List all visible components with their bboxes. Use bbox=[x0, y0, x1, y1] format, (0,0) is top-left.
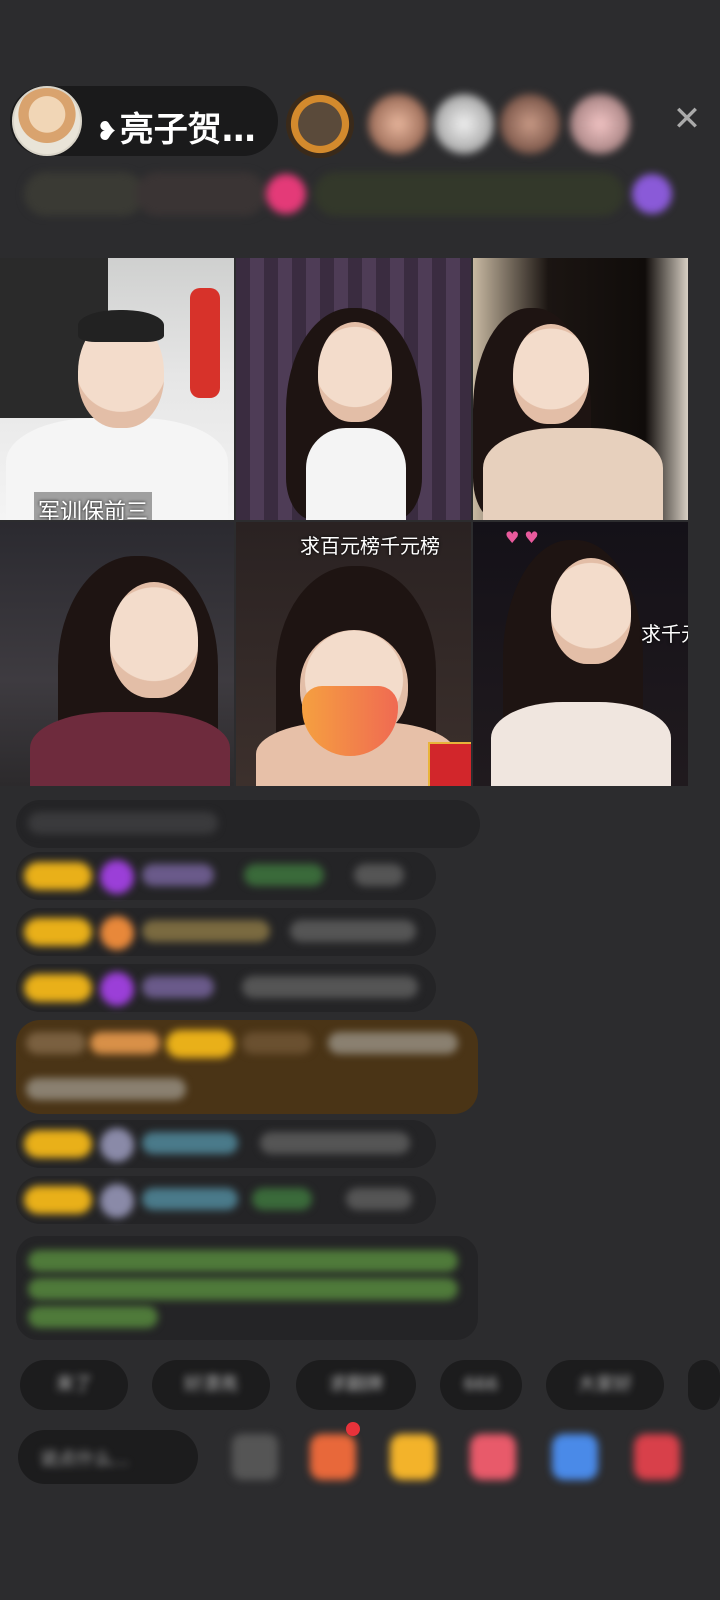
chat-user[interactable] bbox=[142, 1132, 238, 1154]
chat-text bbox=[28, 812, 218, 834]
chat-text bbox=[260, 1132, 410, 1154]
video-tile-5[interactable]: 求百元榜千元榜 bbox=[236, 522, 471, 786]
chat-text bbox=[26, 1078, 186, 1100]
diamond-icon bbox=[100, 860, 134, 894]
viewer-avatar[interactable] bbox=[570, 94, 630, 154]
notice-line bbox=[28, 1278, 458, 1300]
chat-user[interactable] bbox=[26, 1032, 86, 1054]
stats-row bbox=[24, 172, 684, 216]
fans-club-icon[interactable] bbox=[390, 1434, 436, 1480]
chat-message[interactable] bbox=[16, 852, 436, 900]
tile-label: 求百元榜千元榜 bbox=[300, 534, 440, 558]
chat-message[interactable] bbox=[16, 1176, 436, 1224]
notice-line bbox=[28, 1306, 158, 1328]
video-tile-2[interactable] bbox=[236, 258, 471, 520]
viewer-avatar[interactable] bbox=[500, 94, 560, 154]
host-name[interactable]: ❥亮子贺… bbox=[96, 102, 256, 151]
chat-input[interactable]: 说点什么... bbox=[18, 1430, 198, 1484]
gift-box-icon[interactable] bbox=[310, 1434, 356, 1480]
chat-notice bbox=[16, 1236, 478, 1340]
host-avatar[interactable] bbox=[12, 86, 82, 156]
chat-user[interactable] bbox=[142, 920, 270, 942]
chat-text bbox=[244, 864, 324, 886]
level-badge bbox=[24, 974, 92, 1002]
chat-user[interactable] bbox=[142, 1188, 238, 1210]
more-icon[interactable] bbox=[634, 1434, 680, 1480]
heart-decor-icon: ♥ ♥ bbox=[505, 528, 539, 547]
tile-label: 求千元榜 bbox=[641, 622, 688, 646]
hearts-stat bbox=[136, 172, 266, 216]
viewer-avatar[interactable] bbox=[368, 94, 428, 154]
lucky-bag-icon[interactable] bbox=[428, 742, 471, 786]
chat-input-placeholder: 说点什么... bbox=[40, 1449, 130, 1470]
chat-text bbox=[346, 1188, 412, 1210]
chat-text bbox=[252, 1188, 312, 1210]
quick-reply[interactable]: 来了 bbox=[20, 1360, 128, 1410]
game-icon[interactable] bbox=[552, 1434, 598, 1480]
top-viewer-avatar[interactable] bbox=[286, 90, 354, 158]
chat-text bbox=[354, 864, 404, 886]
chat-text bbox=[328, 1032, 458, 1054]
chat-gift-message[interactable] bbox=[16, 1020, 478, 1114]
chat-user[interactable] bbox=[142, 976, 214, 998]
user-avatar-icon bbox=[100, 1128, 134, 1162]
tile-label: 军训保前三 bbox=[34, 492, 153, 520]
emoji-icon[interactable] bbox=[232, 1434, 278, 1480]
chat-system-message bbox=[16, 800, 480, 848]
level-badge bbox=[24, 918, 92, 946]
video-tile-3[interactable] bbox=[473, 258, 688, 520]
quick-reply[interactable]: 求翻牌 bbox=[296, 1360, 416, 1410]
level-badge bbox=[24, 1130, 92, 1158]
gift-badge bbox=[90, 1032, 160, 1054]
chat-text bbox=[242, 976, 418, 998]
notification-dot bbox=[346, 1422, 360, 1436]
diamond-icon bbox=[100, 972, 134, 1006]
video-tile-4[interactable] bbox=[0, 522, 234, 786]
level-badge bbox=[166, 1030, 234, 1058]
chat-text bbox=[290, 920, 416, 942]
orange-badge-icon bbox=[100, 916, 134, 950]
pink-badge-icon bbox=[266, 174, 306, 214]
video-tile-1[interactable]: 军训保前三 bbox=[0, 258, 234, 520]
level-badge bbox=[24, 862, 92, 890]
quick-reply[interactable]: 大家好 bbox=[546, 1360, 664, 1410]
rank-stat bbox=[314, 172, 624, 216]
viewer-avatar[interactable] bbox=[434, 94, 494, 154]
notice-line bbox=[28, 1250, 458, 1272]
close-icon[interactable]: ✕ bbox=[668, 100, 706, 138]
red-envelope-icon[interactable] bbox=[470, 1434, 516, 1480]
chat-user[interactable] bbox=[242, 1032, 312, 1054]
user-avatar-icon bbox=[100, 1184, 134, 1218]
heart-icon: ❥ bbox=[96, 116, 118, 147]
quick-reply[interactable]: 666 bbox=[440, 1360, 522, 1410]
chat-message[interactable] bbox=[16, 964, 436, 1012]
chat-user[interactable] bbox=[142, 864, 214, 886]
likes-stat bbox=[24, 172, 144, 216]
purple-badge-icon bbox=[632, 174, 672, 214]
level-badge bbox=[24, 1186, 92, 1214]
quick-reply[interactable] bbox=[688, 1360, 720, 1410]
chat-message[interactable] bbox=[16, 1120, 436, 1168]
quick-reply[interactable]: 好漂亮 bbox=[152, 1360, 270, 1410]
chat-message[interactable] bbox=[16, 908, 436, 956]
video-tile-6[interactable]: ♥ ♥ 求千元榜 bbox=[473, 522, 688, 786]
host-name-text: 亮子贺… bbox=[119, 110, 256, 150]
